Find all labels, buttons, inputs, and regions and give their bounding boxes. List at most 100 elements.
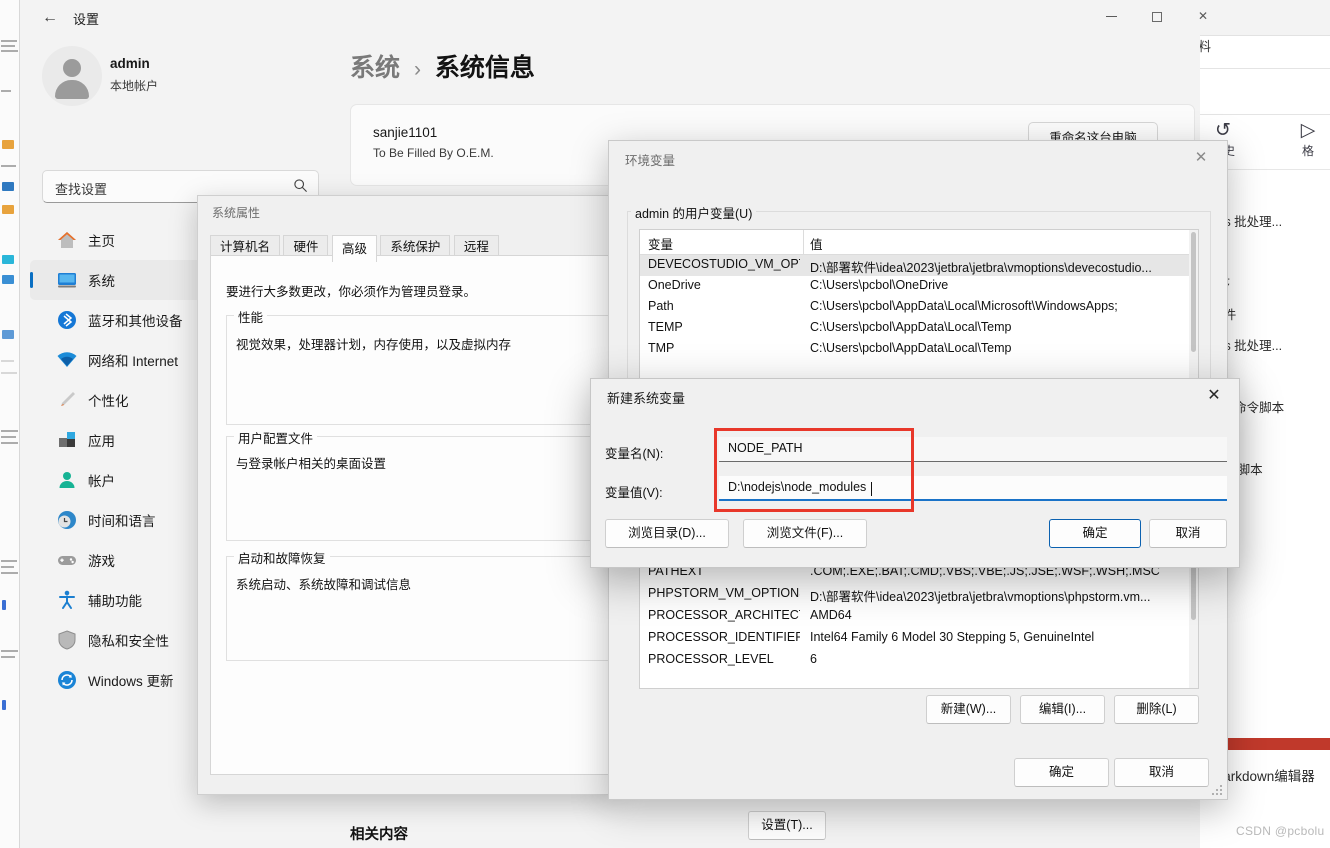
personalization-icon: [61, 392, 75, 406]
related-heading: 相关内容: [350, 827, 408, 843]
page-title: 系统信息: [434, 54, 535, 82]
table-row[interactable]: PROCESSOR_LEVEL 6: [640, 650, 1198, 672]
format-tool-button[interactable]: ▷ 格: [1286, 120, 1330, 159]
watermark: CSDN @pcbolu: [1236, 824, 1325, 838]
account-name: admin: [110, 56, 150, 71]
delete-variable-button[interactable]: 删除(L): [1114, 695, 1199, 724]
table-row[interactable]: DEVECOSTUDIO_VM_OPT... D:\部署软件\idea\2023…: [640, 255, 1198, 276]
system-properties-dialog: 系统属性 计算机名 硬件 高级 系统保护 远程 要进行大多数更改，你必须作为管理…: [197, 195, 826, 840]
gaming-icon: [58, 556, 76, 565]
sidebar-item-label: Windows 更新: [88, 674, 174, 689]
account-type: 本地帐户: [110, 79, 159, 93]
variable-name-input[interactable]: NODE_PATH: [719, 437, 1227, 462]
admin-note: 要进行大多数更改，你必须作为管理员登录。: [226, 285, 477, 299]
sidebar-item-label: 网络和 Internet: [88, 354, 179, 369]
table-row[interactable]: PHPSTORM_VM_OPTIONS D:\部署软件\idea\2023\je…: [640, 584, 1198, 606]
startup-recovery-settings-button[interactable]: 设置(T)...: [748, 811, 826, 840]
newvar-cancel-button[interactable]: 取消: [1149, 519, 1227, 548]
resize-grip[interactable]: [1212, 785, 1223, 796]
table-row[interactable]: OneDrive C:\Users\pcbol\OneDrive: [640, 276, 1198, 297]
background-editor-strip: [0, 0, 20, 848]
device-name: sanjie1101: [373, 125, 438, 140]
variable-value-value: D:\nodejs\node_modules: [728, 480, 867, 494]
variable-name: PROCESSOR_ARCHITECT...: [648, 608, 800, 622]
table-row[interactable]: Path C:\Users\pcbol\AppData\Local\Micros…: [640, 297, 1198, 318]
home-icon: [58, 232, 76, 248]
envvar-cancel-button[interactable]: 取消: [1114, 758, 1209, 787]
variable-name: PHPSTORM_VM_OPTIONS: [648, 586, 800, 600]
browse-file-button[interactable]: 浏览文件(F)...: [743, 519, 867, 548]
sidebar-item-label: 游戏: [88, 554, 115, 569]
variable-name: DEVECOSTUDIO_VM_OPT...: [648, 257, 800, 271]
environment-variables-title: 环境变量: [625, 154, 676, 168]
device-model: To Be Filled By O.E.M.: [373, 146, 494, 160]
sidebar-item-label: 时间和语言: [88, 514, 156, 529]
sidebar-item-label: 主页: [88, 234, 115, 249]
system-variables-table[interactable]: PATHEXT .COM;.EXE;.BAT;.CMD;.VBS;.VBE;.J…: [639, 561, 1199, 689]
table-header: 变量 值: [640, 230, 1198, 255]
account-block[interactable]: admin 本地帐户: [42, 46, 302, 110]
variable-name: OneDrive: [648, 278, 701, 292]
breadcrumb-separator: ›: [413, 58, 421, 81]
variable-value-input[interactable]: D:\nodejs\node_modules: [719, 476, 1227, 501]
sidebar-item-label: 隐私和安全性: [88, 634, 169, 649]
new-system-variable-dialog: 新建系统变量 ✕ 变量名(N): NODE_PATH 变量值(V): D:\no…: [590, 378, 1240, 568]
windows-update-icon: [58, 671, 76, 689]
sidebar-item-label: 系统: [88, 274, 115, 289]
table-row[interactable]: PROCESSOR_ARCHITECT... AMD64: [640, 606, 1198, 628]
back-arrow-icon[interactable]: ←: [38, 6, 62, 30]
column-header-value: 值: [810, 238, 823, 252]
browse-directory-button[interactable]: 浏览目录(D)...: [605, 519, 729, 548]
bluetooth-icon: [58, 311, 76, 329]
variable-value: C:\Users\pcbol\AppData\Local\Temp: [810, 341, 1012, 355]
variable-value: D:\部署软件\idea\2023\jetbra\jetbra\vmoption…: [810, 590, 1151, 604]
startup-recovery-group-caption: 启动和故障恢复: [234, 548, 330, 567]
table-row[interactable]: PROCESSOR_IDENTIFIER Intel64 Family 6 Mo…: [640, 628, 1198, 650]
apps-icon: [59, 432, 75, 447]
newvar-ok-button[interactable]: 确定: [1049, 519, 1141, 548]
search-icon: [294, 179, 307, 192]
time-language-icon: [58, 511, 76, 529]
startup-recovery-group-desc: 系统启动、系统故障和调试信息: [236, 578, 412, 592]
breadcrumb: 系统 › 系统信息: [350, 48, 535, 84]
variable-name: PROCESSOR_LEVEL: [648, 652, 774, 666]
close-button[interactable]: ✕: [1180, 0, 1226, 32]
variable-name: PROCESSOR_IDENTIFIER: [648, 630, 800, 644]
tab-advanced[interactable]: 高级: [331, 235, 377, 262]
variable-value: C:\Users\pcbol\AppData\Local\Microsoft\W…: [810, 299, 1118, 313]
breadcrumb-parent[interactable]: 系统: [350, 54, 400, 82]
table-row[interactable]: TEMP C:\Users\pcbol\AppData\Local\Temp: [640, 318, 1198, 339]
system-icon: [58, 273, 76, 288]
edit-variable-button[interactable]: 编辑(I)...: [1020, 695, 1105, 724]
variable-value: C:\Users\pcbol\AppData\Local\Temp: [810, 320, 1012, 334]
maximize-button[interactable]: [1134, 0, 1180, 32]
column-header-variable: 变量: [648, 238, 674, 252]
variable-name-value: NODE_PATH: [728, 441, 803, 455]
variable-value: 6: [810, 652, 817, 666]
performance-group-desc: 视觉效果，处理器计划，内存使用，以及虚拟内存: [236, 338, 512, 352]
user-profiles-group-caption: 用户配置文件: [234, 428, 318, 447]
sidebar-item-label: 帐户: [88, 474, 115, 489]
settings-app-title: 设置: [73, 12, 100, 27]
user-variables-caption: admin 的用户变量(U): [631, 203, 757, 222]
new-variable-button[interactable]: 新建(W)...: [926, 695, 1011, 724]
format-tool-label: 格: [1301, 144, 1314, 158]
variable-value: C:\Users\pcbol\OneDrive: [810, 278, 949, 292]
minimize-button[interactable]: [1088, 0, 1134, 32]
system-table-scrollbar[interactable]: [1189, 562, 1198, 688]
variable-name: TMP: [648, 341, 675, 355]
variable-value: Intel64 Family 6 Model 30 Stepping 5, Ge…: [810, 630, 1095, 644]
sidebar-item-label: 应用: [88, 434, 115, 449]
user-profiles-group-desc: 与登录帐户相关的桌面设置: [236, 457, 387, 471]
close-icon[interactable]: ✕: [1181, 145, 1221, 171]
network-icon: [57, 352, 77, 367]
envvar-ok-button[interactable]: 确定: [1014, 758, 1109, 787]
close-icon[interactable]: ✕: [1194, 383, 1234, 409]
sidebar-item-label: 蓝牙和其他设备: [88, 314, 183, 329]
performance-group-caption: 性能: [234, 307, 268, 326]
table-row[interactable]: TMP C:\Users\pcbol\AppData\Local\Temp: [640, 339, 1198, 360]
format-icon: ▷: [1300, 120, 1316, 141]
new-system-variable-title: 新建系统变量: [607, 391, 686, 406]
text-caret: [871, 482, 872, 496]
variable-name: TEMP: [648, 320, 683, 334]
